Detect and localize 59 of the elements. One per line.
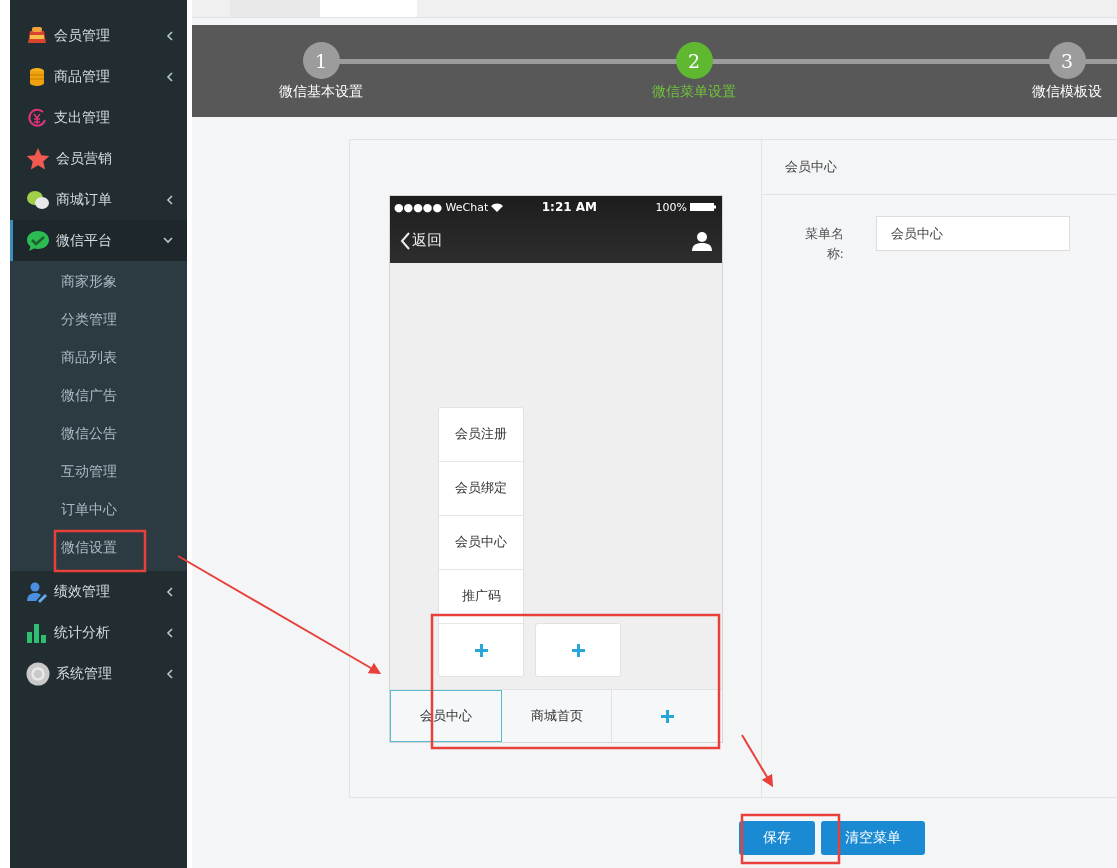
submenu-item[interactable]: 互动管理: [61, 463, 117, 481]
battery-text: 100%: [655, 200, 716, 214]
submenu-item[interactable]: 分类管理: [61, 311, 117, 329]
sidebar-item[interactable]: 系统管理: [10, 653, 187, 694]
submenu-entry[interactable]: 推广码: [439, 570, 523, 624]
submenu-item[interactable]: 微信广告: [61, 387, 117, 405]
step-label: 微信模板设: [1032, 83, 1102, 101]
submenu-item[interactable]: 微信设置: [61, 539, 117, 557]
chevron-left-icon: [166, 71, 173, 82]
submenu-item[interactable]: 商品列表: [61, 349, 117, 367]
submenu-entry[interactable]: 会员绑定: [439, 462, 523, 516]
time-text: 1:21 AM: [541, 200, 597, 214]
step-label: 微信基本设置: [279, 83, 363, 101]
currency-icon: [26, 106, 48, 129]
sidebar-item[interactable]: 会员营销: [10, 138, 187, 179]
add-submenu-icon[interactable]: [571, 643, 585, 657]
chevron-left-icon: [166, 194, 173, 205]
chevron-left-icon: [166, 668, 173, 679]
gear-icon: [26, 661, 50, 686]
submenu-item[interactable]: 微信公告: [61, 425, 117, 443]
chevron-left-icon: [166, 30, 173, 41]
field-label: 菜单名称:: [804, 225, 844, 263]
clear-menu-button[interactable]: 清空菜单: [821, 821, 925, 855]
battery-icon: [690, 203, 716, 211]
chevron-left-icon: [166, 586, 173, 597]
step-number: 3: [1048, 42, 1086, 79]
submenu-entry[interactable]: 会员注册: [439, 408, 523, 462]
chat-bubbles-icon: [26, 188, 50, 211]
chevron-left-icon: [166, 627, 173, 638]
sidebar-item[interactable]: 支出管理: [10, 97, 187, 138]
step-number: 2: [675, 42, 713, 79]
sidebar-item[interactable]: 商城订单: [10, 179, 187, 220]
submenu-entry[interactable]: 会员中心: [439, 516, 523, 570]
sidebar-item[interactable]: 统计分析: [10, 612, 187, 653]
menu-name-field[interactable]: 会员中心: [876, 216, 1070, 251]
person-icon[interactable]: [692, 230, 712, 251]
sidebar-item[interactable]: 绩效管理: [10, 571, 187, 612]
step-number: 1: [302, 42, 340, 79]
wifi-icon: [491, 202, 504, 212]
annotation-arrow: [741, 734, 774, 788]
menu-tab[interactable]: 商城首页: [501, 690, 613, 742]
carrier-text: ●●●●● WeChat: [394, 200, 504, 214]
submenu-item[interactable]: 商家形象: [61, 273, 117, 291]
chat-check-icon: [26, 229, 50, 252]
back-link[interactable]: 返回: [400, 231, 442, 250]
editor-title: 会员中心: [785, 158, 837, 176]
bar-chart-icon: [26, 621, 48, 644]
add-submenu-icon[interactable]: [474, 643, 488, 657]
chevron-down-icon: [163, 237, 173, 244]
sidebar-item[interactable]: 微信平台: [10, 220, 187, 261]
star-icon: [26, 146, 50, 171]
back-chevron-icon: [400, 231, 410, 250]
sidebar-item[interactable]: 会员管理: [10, 15, 187, 56]
add-menu-icon[interactable]: [660, 709, 674, 723]
person-edit-icon: [26, 580, 48, 603]
save-button[interactable]: 保存: [739, 821, 815, 855]
sidebar-item[interactable]: 商品管理: [10, 56, 187, 97]
step-label: 微信菜单设置: [652, 83, 736, 101]
submenu-item[interactable]: 订单中心: [61, 501, 117, 519]
